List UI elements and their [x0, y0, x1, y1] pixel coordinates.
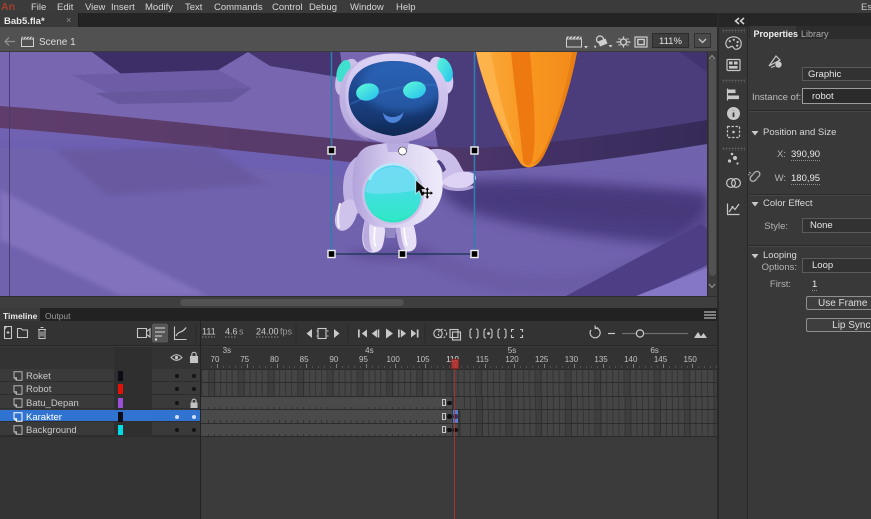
svg-text:24.00: 24.00: [256, 327, 279, 337]
svg-text:4.6: 4.6: [225, 327, 238, 337]
svg-text:111: 111: [202, 327, 216, 337]
svg-text:fps: fps: [280, 327, 293, 337]
svg-text:s: s: [239, 327, 244, 337]
